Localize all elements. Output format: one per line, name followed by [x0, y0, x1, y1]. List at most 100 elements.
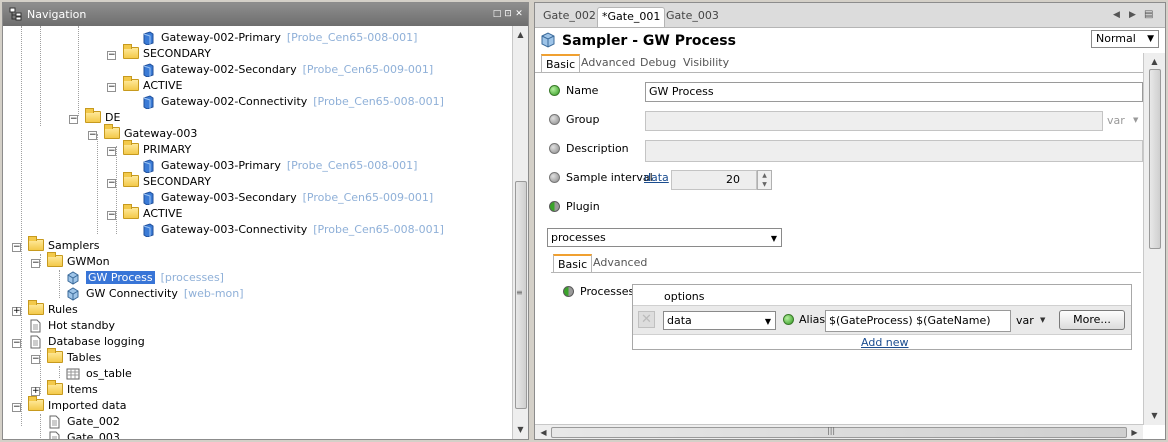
- mode-select[interactable]: Normal ▼: [1091, 30, 1159, 48]
- tree-item[interactable]: Tables: [47, 348, 101, 366]
- collapse-toggle[interactable]: −: [107, 179, 116, 188]
- scroll-down-icon[interactable]: ▼: [514, 423, 527, 436]
- sample-interval-field[interactable]: 20: [671, 170, 757, 190]
- collapse-toggle[interactable]: −: [12, 243, 21, 252]
- tab-prev-icon[interactable]: ◀: [1113, 10, 1120, 20]
- group-var-label[interactable]: var: [1107, 114, 1125, 127]
- scroll-up-icon[interactable]: ▲: [1148, 55, 1161, 68]
- collapse-toggle[interactable]: −: [107, 211, 116, 220]
- options-header: options: [664, 290, 705, 303]
- tree-item-label: Imported data: [48, 399, 127, 412]
- sampler-title-icon: [540, 32, 556, 48]
- tree-item[interactable]: Gateway-002-Secondary [Probe_Cen65-009-00…: [141, 62, 433, 78]
- folder-icon: [123, 140, 139, 155]
- maximize-icon[interactable]: ⊡: [503, 8, 513, 20]
- tree-item[interactable]: Imported data: [28, 396, 127, 414]
- tree-item[interactable]: ACTIVE: [123, 76, 182, 94]
- collapse-toggle[interactable]: −: [88, 131, 97, 140]
- tree-item[interactable]: Gateway-003: [104, 124, 197, 142]
- var-label[interactable]: var: [1016, 314, 1034, 327]
- tree-item[interactable]: Gateway-003-Primary [Probe_Cen65-008-001]: [141, 158, 417, 174]
- tree-item[interactable]: GW Connectivity [web-mon]: [66, 286, 244, 302]
- chevron-down-icon[interactable]: ▼: [1133, 116, 1138, 124]
- expand-toggle[interactable]: +: [12, 307, 21, 316]
- plugin-subtabs: Basic Advanced: [551, 253, 1141, 273]
- chevron-down-icon[interactable]: ▼: [1040, 316, 1045, 324]
- tree-item[interactable]: Gateway-003-Secondary [Probe_Cen65-009-00…: [141, 190, 433, 206]
- plugin-subtab-basic[interactable]: Basic: [553, 254, 593, 272]
- tree-item[interactable]: Gateway-002-Primary [Probe_Cen65-008-001]: [141, 30, 417, 46]
- tree-item[interactable]: Gate_003: [47, 430, 120, 439]
- subtab-advanced[interactable]: Advanced: [577, 54, 639, 72]
- navigation-scrollbar[interactable]: ▲ ≡ ▼: [512, 26, 528, 439]
- tree-item[interactable]: DE: [85, 108, 120, 126]
- gateway-icon: [141, 159, 157, 174]
- name-field[interactable]: GW Process: [645, 82, 1143, 102]
- delete-icon[interactable]: ✕: [638, 311, 655, 328]
- tree-item[interactable]: SECONDARY: [123, 172, 211, 190]
- alias-field[interactable]: $(GateProcess) $(GateName): [825, 310, 1011, 332]
- tree-item[interactable]: Gateway-002-Connectivity [Probe_Cen65-008…: [141, 94, 444, 110]
- collapse-toggle[interactable]: −: [12, 339, 21, 348]
- tree-item[interactable]: Gateway-003-Connectivity [Probe_Cen65-008…: [141, 222, 444, 238]
- tab-gate-001[interactable]: *Gate_001: [597, 7, 666, 27]
- editor-vscrollbar[interactable]: ▲ ▼: [1143, 53, 1165, 425]
- tree-item[interactable]: Samplers: [28, 236, 100, 254]
- tree-item[interactable]: Rules: [28, 300, 78, 318]
- collapse-toggle[interactable]: −: [12, 403, 21, 412]
- tree-item[interactable]: Database logging: [28, 334, 145, 350]
- tab-gate-003[interactable]: Gate_003: [662, 7, 723, 27]
- tree-item[interactable]: GWMon: [47, 252, 110, 270]
- document-icon: [47, 431, 63, 439]
- navigation-icon: [9, 7, 23, 21]
- collapse-toggle[interactable]: −: [31, 259, 40, 268]
- expand-toggle[interactable]: +: [31, 387, 40, 396]
- scrollbar-thumb[interactable]: [1149, 69, 1161, 249]
- add-new-link[interactable]: Add new: [861, 336, 909, 349]
- close-icon[interactable]: ✕: [514, 8, 524, 20]
- scroll-up-icon[interactable]: ▲: [514, 28, 527, 41]
- plugin-select[interactable]: processes ▼: [547, 228, 782, 247]
- plugin-subtab-advanced[interactable]: Advanced: [589, 254, 651, 272]
- chevron-down-icon: ▼: [770, 234, 777, 243]
- description-field[interactable]: [645, 140, 1143, 162]
- editor-hscrollbar[interactable]: ◀ ||| ▶: [535, 424, 1143, 439]
- tree-guide: [40, 414, 41, 439]
- subtab-basic[interactable]: Basic: [541, 54, 581, 72]
- collapse-toggle[interactable]: −: [107, 147, 116, 156]
- tree-item[interactable]: Items: [47, 380, 98, 398]
- collapse-toggle[interactable]: −: [31, 355, 40, 364]
- scroll-down-icon[interactable]: ▼: [1148, 409, 1161, 422]
- tree-item-selected[interactable]: GW Process [processes]: [66, 270, 224, 286]
- tree-item[interactable]: os_table: [66, 366, 132, 382]
- subtab-debug[interactable]: Debug: [636, 54, 680, 72]
- tab-next-icon[interactable]: ▶: [1129, 10, 1136, 20]
- subtab-visibility[interactable]: Visibility: [679, 54, 733, 72]
- tab-list-icon[interactable]: ▤: [1144, 9, 1153, 20]
- more-button[interactable]: More...: [1059, 310, 1125, 330]
- folder-icon: [123, 44, 139, 59]
- tree-item[interactable]: Gate_002: [47, 414, 120, 430]
- tree-item[interactable]: SECONDARY: [123, 44, 211, 62]
- tree-item[interactable]: PRIMARY: [123, 140, 191, 158]
- tab-gate-002[interactable]: Gate_002: [539, 7, 600, 27]
- tree-item[interactable]: Hot standby: [28, 318, 115, 334]
- collapse-toggle[interactable]: −: [107, 51, 116, 60]
- tree-guide: [40, 254, 41, 266]
- restore-icon[interactable]: □: [492, 8, 502, 20]
- group-field[interactable]: [645, 111, 1103, 131]
- scroll-left-icon[interactable]: ◀: [537, 426, 550, 439]
- data-select[interactable]: data ▼: [663, 311, 776, 330]
- hscrollbar-thumb[interactable]: [551, 427, 1127, 438]
- collapse-toggle[interactable]: −: [69, 115, 78, 124]
- collapse-toggle[interactable]: −: [107, 83, 116, 92]
- tree-item[interactable]: ACTIVE: [123, 204, 182, 222]
- folder-icon: [28, 396, 44, 411]
- folder-icon: [47, 380, 63, 395]
- sample-interval-data-link[interactable]: data: [644, 171, 669, 184]
- tree-item-ref: [Probe_Cen65-009-001]: [302, 191, 434, 204]
- tree-item-label: SECONDARY: [143, 47, 211, 60]
- scroll-right-icon[interactable]: ▶: [1128, 426, 1141, 439]
- spinner-icon[interactable]: ▲ ▼: [757, 170, 772, 190]
- tree-item-label: Gateway-003-Secondary: [161, 191, 297, 204]
